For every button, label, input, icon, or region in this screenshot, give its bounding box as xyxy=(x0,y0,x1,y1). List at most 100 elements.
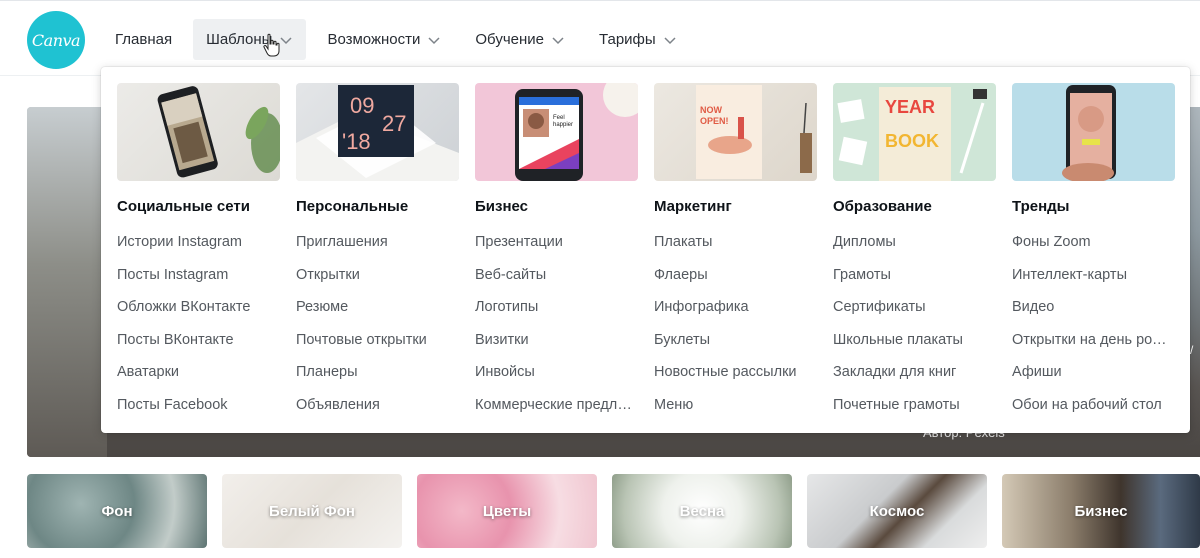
tile-label: Бизнес xyxy=(1074,502,1128,520)
dropdown-link[interactable]: Сертификаты xyxy=(833,291,996,324)
dropdown-link[interactable]: Визитки xyxy=(475,324,638,357)
hero-caption-fragment: / xyxy=(1190,343,1194,357)
tile-label: Весна xyxy=(679,502,725,520)
dropdown-link[interactable]: Школьные плакаты xyxy=(833,324,996,357)
thumb-text-open: OPEN! xyxy=(700,116,729,126)
education-thumbnail[interactable]: YEAR BOOK xyxy=(833,83,996,181)
dropdown-link[interactable]: Фоны Zoom xyxy=(1012,226,1175,259)
dropdown-link[interactable]: Посты Facebook xyxy=(117,389,280,422)
column-title[interactable]: Бизнес xyxy=(475,198,638,218)
tile-flowers[interactable]: Цветы xyxy=(417,474,597,548)
column-links: Приглашения Открытки Резюме Почтовые отк… xyxy=(296,226,459,421)
dropdown-link[interactable]: Афиши xyxy=(1012,356,1175,389)
canva-logo[interactable]: Canva xyxy=(27,11,85,69)
column-links: Презентации Веб-сайты Логотипы Визитки И… xyxy=(475,226,638,421)
dropdown-link[interactable]: Новостные рассылки xyxy=(654,356,817,389)
column-links: Фоны Zoom Интеллект-карты Видео Открытки… xyxy=(1012,226,1175,421)
chevron-down-icon xyxy=(427,33,441,47)
thumb-number-09: 09 xyxy=(350,93,374,118)
dropdown-link[interactable]: Посты Instagram xyxy=(117,259,280,292)
thumb-number-18: '18 xyxy=(342,129,371,154)
dropdown-link[interactable]: Плакаты xyxy=(654,226,817,259)
nav-pricing[interactable]: Тарифы xyxy=(586,19,690,60)
chevron-down-icon xyxy=(279,33,293,47)
tile-white-background[interactable]: Белый Фон xyxy=(222,474,402,548)
dropdown-link[interactable]: Видео xyxy=(1012,291,1175,324)
thumb-text-feel: Feel xyxy=(553,115,565,121)
column-links: Истории Instagram Посты Instagram Обложк… xyxy=(117,226,280,421)
tile-label: Цветы xyxy=(482,502,532,520)
social-thumbnail[interactable] xyxy=(117,83,280,181)
column-links: Плакаты Флаеры Инфографика Буклеты Новос… xyxy=(654,226,817,421)
dropdown-link[interactable]: Грамоты xyxy=(833,259,996,292)
dropdown-link[interactable]: Почетные грамоты xyxy=(833,389,996,422)
dropdown-column-marketing: NOW OPEN! Маркетинг Плакаты Флаеры Инфог… xyxy=(654,83,817,421)
templates-dropdown-menu: Социальные сети Истории Instagram Посты … xyxy=(101,67,1190,433)
tile-spring[interactable]: Весна xyxy=(612,474,792,548)
dropdown-link[interactable]: Интеллект-карты xyxy=(1012,259,1175,292)
column-title[interactable]: Образование xyxy=(833,198,996,218)
chevron-down-icon xyxy=(663,33,677,47)
marketing-thumbnail[interactable]: NOW OPEN! xyxy=(654,83,817,181)
thumb-number-27: 27 xyxy=(382,111,406,136)
dropdown-link[interactable]: Открытки xyxy=(296,259,459,292)
dropdown-link[interactable]: Открытки на день рождения xyxy=(1012,324,1175,357)
dropdown-link[interactable]: Инвойсы xyxy=(475,356,638,389)
nav-learn[interactable]: Обучение xyxy=(462,19,578,60)
nav-home[interactable]: Главная xyxy=(102,19,185,60)
dropdown-link[interactable]: Дипломы xyxy=(833,226,996,259)
dropdown-link[interactable]: Почтовые открытки xyxy=(296,324,459,357)
dropdown-link[interactable]: Меню xyxy=(654,389,817,422)
tile-business[interactable]: Бизнес xyxy=(1002,474,1200,548)
hand-cursor-icon xyxy=(263,33,280,57)
dropdown-link[interactable]: Презентации xyxy=(475,226,638,259)
dropdown-link[interactable]: Обложки ВКонтакте xyxy=(117,291,280,324)
nav-label: Возможности xyxy=(327,31,421,48)
column-title[interactable]: Маркетинг xyxy=(654,198,817,218)
dropdown-link[interactable]: Коммерческие предложения xyxy=(475,389,638,422)
dropdown-column-personal: 09 27 '18 Персональные Приглашения Откры… xyxy=(296,83,459,421)
nav-label: Тарифы xyxy=(598,31,656,48)
column-title[interactable]: Социальные сети xyxy=(117,198,280,218)
business-thumbnail[interactable]: Feel happier xyxy=(475,83,638,181)
tile-label: Фон xyxy=(101,502,133,520)
dropdown-link[interactable]: Логотипы xyxy=(475,291,638,324)
nav-label: Обучение xyxy=(475,31,544,48)
dropdown-link[interactable]: Приглашения xyxy=(296,226,459,259)
tile-space[interactable]: Космос xyxy=(807,474,987,548)
nav-templates[interactable]: Шаблоны xyxy=(193,19,307,60)
dropdown-link[interactable]: Инфографика xyxy=(654,291,817,324)
tile-label: Космос xyxy=(869,502,925,520)
nav-label: Главная xyxy=(115,31,173,48)
dropdown-column-social: Социальные сети Истории Instagram Посты … xyxy=(117,83,280,421)
trends-thumbnail[interactable] xyxy=(1012,83,1175,181)
nav-features[interactable]: Возможности xyxy=(314,19,454,60)
dropdown-link[interactable]: Буклеты xyxy=(654,324,817,357)
dropdown-link[interactable]: Посты ВКонтакте xyxy=(117,324,280,357)
column-title[interactable]: Тренды xyxy=(1012,198,1175,218)
dropdown-link[interactable]: Флаеры xyxy=(654,259,817,292)
tile-background[interactable]: Фон xyxy=(27,474,207,548)
dropdown-link[interactable]: Планеры xyxy=(296,356,459,389)
hero-mountain-slope xyxy=(27,107,107,457)
personal-thumbnail[interactable]: 09 27 '18 xyxy=(296,83,459,181)
dropdown-link[interactable]: Объявления xyxy=(296,389,459,422)
dropdown-column-trends: Тренды Фоны Zoom Интеллект-карты Видео О… xyxy=(1012,83,1175,421)
dropdown-link[interactable]: Веб-сайты xyxy=(475,259,638,292)
tile-label: Белый Фон xyxy=(269,502,355,520)
dropdown-link[interactable]: Закладки для книг xyxy=(833,356,996,389)
dropdown-link[interactable]: Аватарки xyxy=(117,356,280,389)
dropdown-link[interactable]: Резюме xyxy=(296,291,459,324)
thumb-text-year: YEAR xyxy=(885,97,935,117)
dropdown-column-business: Feel happier Бизнес Презентации Веб-сайт… xyxy=(475,83,638,421)
category-tiles: Фон Белый Фон Цветы Весна Космос Бизнес xyxy=(27,474,1200,548)
thumb-text-happier: happier xyxy=(553,122,573,128)
thumb-text-now: NOW xyxy=(700,105,723,115)
column-links: Дипломы Грамоты Сертификаты Школьные пла… xyxy=(833,226,996,421)
chevron-down-icon xyxy=(551,33,565,47)
dropdown-column-education: YEAR BOOK Образование Дипломы Грамоты Се… xyxy=(833,83,996,421)
thumb-text-book: BOOK xyxy=(885,131,939,151)
dropdown-link[interactable]: Истории Instagram xyxy=(117,226,280,259)
column-title[interactable]: Персональные xyxy=(296,198,459,218)
dropdown-link[interactable]: Обои на рабочий стол xyxy=(1012,389,1175,422)
